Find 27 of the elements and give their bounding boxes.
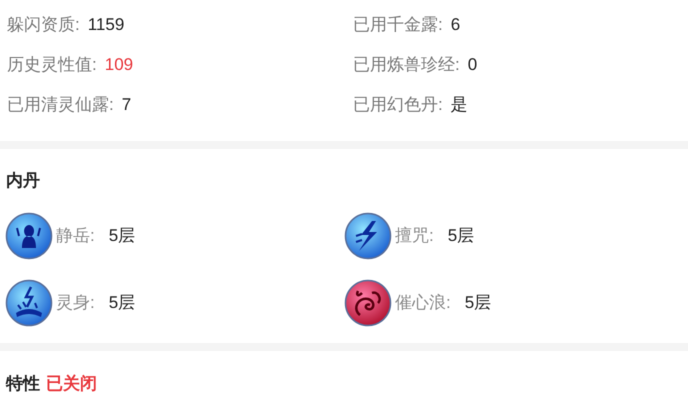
person-orb-icon	[5, 212, 53, 260]
pill-level: 5层	[448, 225, 474, 248]
stat-label: 躲闪资质:	[7, 14, 80, 36]
pill-name: 催心浪:	[395, 292, 451, 314]
splash-orb-icon	[5, 279, 53, 327]
section-title: 特性	[6, 373, 40, 395]
pill-level: 5层	[464, 292, 492, 314]
stat-value: 6	[450, 14, 460, 36]
pill-name: 灵身:	[56, 292, 95, 314]
pill-level: 5层	[108, 225, 136, 248]
pill-name: 静岳:	[56, 225, 95, 248]
stat-label: 已用炼兽珍经:	[353, 54, 460, 76]
stat-label: 已用清灵仙露:	[7, 94, 114, 116]
pill-name: 擅咒:	[395, 225, 434, 248]
lightning-orb-icon	[344, 212, 392, 260]
stat-label: 历史灵性值:	[7, 54, 97, 76]
status-text: 已关闭	[46, 373, 97, 395]
stat-value: 109	[104, 54, 134, 76]
stat-label: 已用千金露:	[353, 14, 443, 36]
swirl-orb-icon	[344, 279, 392, 327]
stat-label: 已用幻色丹:	[353, 94, 443, 116]
stat-value: 0	[468, 54, 478, 76]
section-title: 内丹	[5, 170, 41, 192]
stat-value: 7	[122, 94, 132, 116]
stat-value: 1159	[88, 14, 124, 36]
stat-value: 是	[450, 94, 468, 116]
pill-level: 5层	[108, 292, 136, 314]
